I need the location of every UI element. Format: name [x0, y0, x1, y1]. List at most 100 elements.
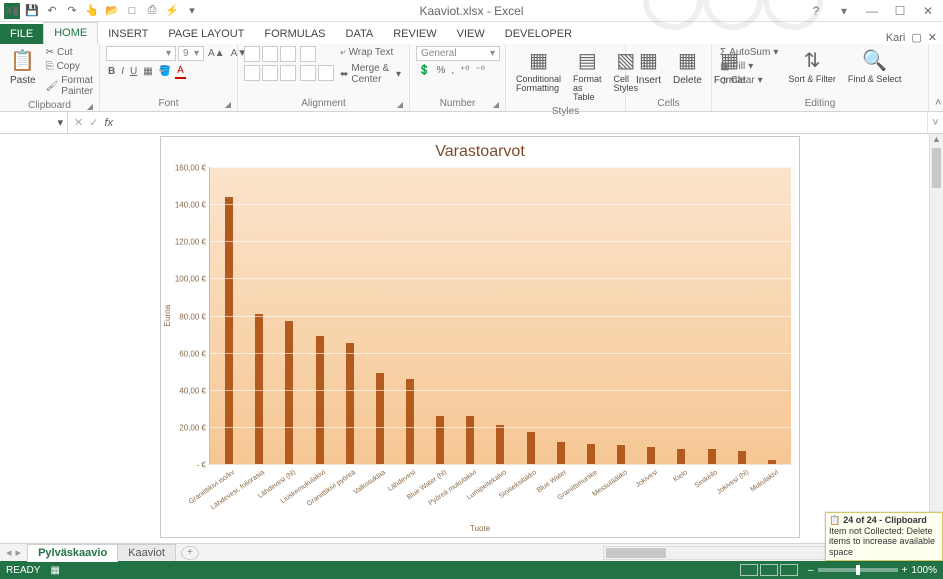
italic-button[interactable]: I [119, 65, 126, 78]
font-color-button[interactable]: A [175, 64, 186, 79]
clipboard-dialog-launcher[interactable]: ◢ [87, 102, 93, 111]
comma-button[interactable]: , [449, 64, 456, 77]
horizontal-scroll-thumb[interactable] [606, 548, 666, 558]
name-box[interactable]: ▾ [0, 112, 68, 133]
expand-formula-bar-button[interactable]: ˅ [927, 112, 943, 133]
number-dialog-launcher[interactable]: ◢ [493, 100, 499, 109]
zoom-value[interactable]: 100% [911, 565, 937, 576]
increase-decimal-button[interactable]: ⁺⁰ [458, 64, 471, 77]
chevron-down-icon: ▾ [166, 48, 171, 59]
autosum-button[interactable]: ΣAutoSum▾ [718, 46, 780, 59]
decrease-indent-button[interactable] [300, 65, 316, 81]
font-dialog-launcher[interactable]: ◢ [225, 100, 231, 109]
number-format-select[interactable]: General▾ [416, 46, 500, 61]
qat-touch-icon[interactable]: 👆 [84, 3, 100, 19]
tab-developer[interactable]: DEVELOPER [495, 24, 582, 44]
qat-open-icon[interactable]: 📂 [104, 3, 120, 19]
sort-filter-button[interactable]: ⇅Sort & Filter [784, 46, 840, 86]
cut-icon: ✂ [46, 47, 54, 58]
align-bottom-button[interactable] [280, 46, 296, 62]
tab-formulas[interactable]: FORMULAS [254, 24, 335, 44]
align-middle-button[interactable] [262, 46, 278, 62]
view-page-break-button[interactable] [780, 564, 798, 576]
alignment-dialog-launcher[interactable]: ◢ [397, 100, 403, 109]
paste-button[interactable]: 📋 Paste [6, 46, 40, 88]
qat-redo-icon[interactable]: ↷ [64, 3, 80, 19]
tab-home[interactable]: HOME [43, 22, 98, 44]
sheet-nav-next-icon[interactable]: ▸ [16, 546, 22, 559]
qat-quick-icon[interactable]: ⚡ [164, 3, 180, 19]
vertical-scroll-thumb[interactable] [932, 148, 941, 188]
help-icon[interactable]: ? [805, 4, 827, 18]
insert-cells-button[interactable]: ▦Insert [632, 46, 665, 88]
zoom-slider[interactable] [818, 568, 898, 572]
clipboard-notification[interactable]: 📋24 of 24 - Clipboard Item not Collected… [825, 512, 943, 561]
fx-icon[interactable]: fx [104, 117, 113, 129]
tab-file[interactable]: FILE [0, 24, 43, 44]
underline-button[interactable]: U [128, 65, 139, 78]
view-page-layout-button[interactable] [760, 564, 778, 576]
fill-button[interactable]: ▦Fill▾ [718, 60, 780, 73]
chart-object[interactable]: Varastoarvot Euroa - €20,00 €40,00 €60,0… [160, 136, 800, 538]
tab-review[interactable]: REVIEW [383, 24, 446, 44]
macro-record-icon[interactable]: ▦ [50, 565, 59, 576]
scroll-up-icon[interactable]: ▲ [930, 134, 943, 144]
sheet-nav-prev-icon[interactable]: ◂ [6, 546, 12, 559]
grow-font-button[interactable]: A▲ [206, 47, 227, 60]
wrap-text-button[interactable]: ⤶Wrap Text [338, 46, 403, 59]
copy-button[interactable]: ⎘Copy [44, 60, 95, 73]
align-left-button[interactable] [244, 65, 260, 81]
tab-data[interactable]: DATA [336, 24, 384, 44]
font-name-select[interactable]: ▾ [106, 46, 176, 61]
align-top-button[interactable] [244, 46, 260, 62]
zoom-out-button[interactable]: – [808, 565, 814, 576]
workbook-minimize-icon[interactable]: ▢ [911, 31, 921, 44]
clear-button[interactable]: ◇Clear▾ [718, 74, 780, 87]
vertical-scrollbar[interactable]: ▲ ▼ [929, 134, 943, 543]
merge-center-button[interactable]: ⬌Merge & Center▾ [338, 62, 403, 86]
close-icon[interactable]: ✕ [917, 4, 939, 18]
decrease-decimal-button[interactable]: ⁻⁰ [473, 64, 486, 77]
qat-undo-icon[interactable]: ↶ [44, 3, 60, 19]
add-sheet-button[interactable]: + [181, 546, 199, 560]
align-center-button[interactable] [262, 65, 278, 81]
delete-cells-button[interactable]: ▦Delete [669, 46, 706, 88]
tab-view[interactable]: VIEW [447, 24, 495, 44]
format-painter-button[interactable]: 🖌Format Painter [44, 74, 95, 98]
sheet-tab-active[interactable]: Pylväskaavio [27, 544, 118, 562]
ribbon-options-icon[interactable]: ▾ [833, 4, 855, 18]
cut-button[interactable]: ✂Cut [44, 46, 95, 59]
orientation-button[interactable] [300, 46, 316, 62]
workbook-close-icon[interactable]: ✕ [928, 31, 937, 44]
qat-new-icon[interactable]: □ [124, 3, 140, 19]
format-as-table-button[interactable]: ▤Format as Table [569, 46, 606, 104]
collapse-ribbon-button[interactable]: ˄ [929, 95, 943, 111]
fill-color-button[interactable]: 🪣 [157, 65, 173, 78]
qat-save-icon[interactable]: 💾 [24, 3, 40, 19]
increase-indent-button[interactable] [318, 65, 334, 81]
cancel-formula-icon[interactable]: ✕ [74, 116, 83, 129]
zoom-in-button[interactable]: + [902, 565, 908, 576]
insert-icon: ▦ [639, 48, 658, 73]
view-normal-button[interactable] [740, 564, 758, 576]
find-select-button[interactable]: 🔍Find & Select [844, 46, 906, 86]
worksheet-area[interactable]: Varastoarvot Euroa - €20,00 €40,00 €60,0… [0, 134, 943, 543]
minimize-icon[interactable]: — [861, 4, 883, 18]
percent-button[interactable]: % [434, 64, 447, 77]
zoom-thumb[interactable] [856, 565, 860, 575]
bold-button[interactable]: B [106, 65, 117, 78]
tab-page-layout[interactable]: PAGE LAYOUT [158, 24, 254, 44]
qat-more-icon[interactable]: ▾ [184, 3, 200, 19]
account-name[interactable]: Kari [886, 32, 906, 44]
qat-print-icon[interactable]: ⎙ [144, 3, 160, 19]
currency-button[interactable]: 💲 [416, 64, 432, 77]
border-button[interactable]: ▦ [141, 65, 154, 78]
maximize-icon[interactable]: ☐ [889, 4, 911, 18]
font-size-select[interactable]: 9▾ [178, 46, 204, 61]
align-right-button[interactable] [280, 65, 296, 81]
conditional-formatting-button[interactable]: ▦Conditional Formatting [512, 46, 565, 95]
sheet-tab-kaaviot[interactable]: Kaaviot [117, 544, 176, 561]
copy-label: Copy [57, 61, 80, 72]
enter-formula-icon[interactable]: ✓ [89, 116, 98, 129]
tab-insert[interactable]: INSERT [98, 24, 158, 44]
